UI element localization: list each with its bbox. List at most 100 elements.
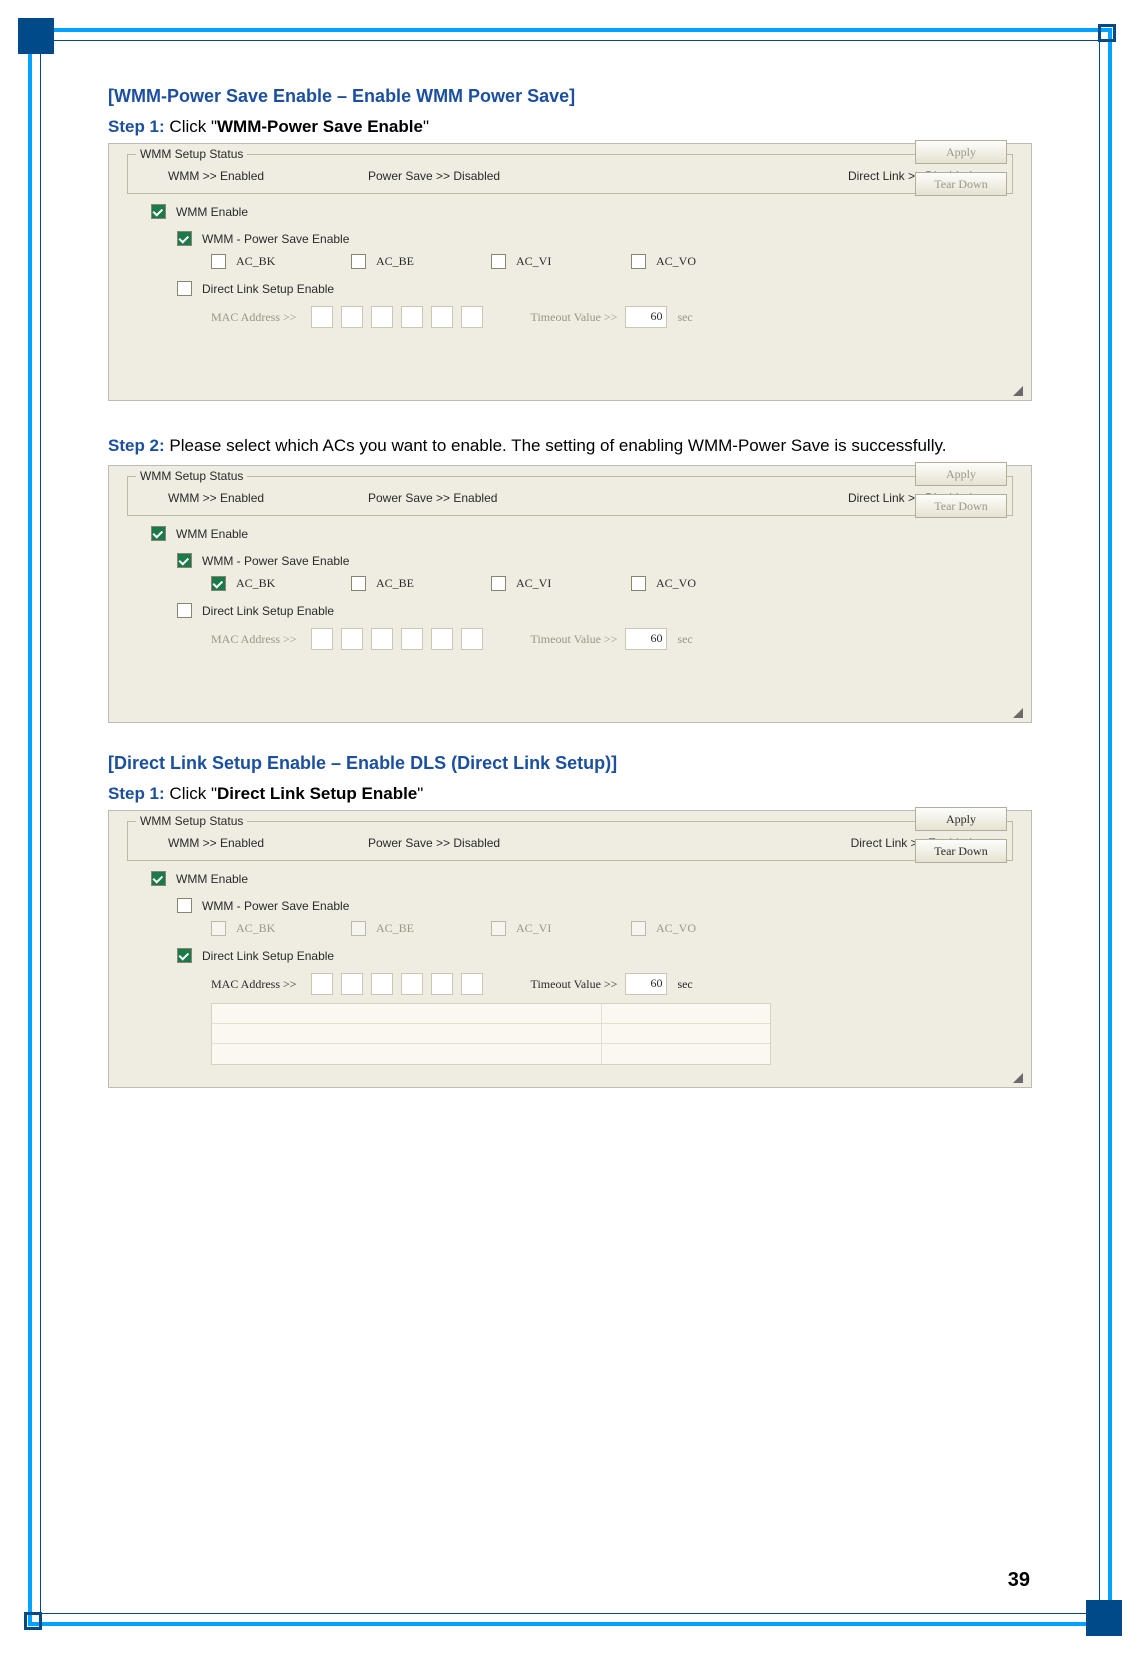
- mac-byte-input[interactable]: [371, 973, 393, 995]
- dls-enable-checkbox[interactable]: [177, 948, 192, 963]
- table-row: [212, 1004, 770, 1024]
- sec-label: sec: [677, 310, 692, 325]
- wmm-enable-label: WMM Enable: [176, 872, 248, 886]
- wmm-enable-checkbox[interactable]: [151, 871, 166, 886]
- wmm-ps-enable-label: WMM - Power Save Enable: [202, 899, 349, 913]
- wmm-ps-enable-checkbox[interactable]: [177, 553, 192, 568]
- mac-byte-input[interactable]: [461, 306, 483, 328]
- sec-label: sec: [677, 977, 692, 992]
- ac-vo-label: AC_VO: [656, 576, 696, 591]
- mac-byte-input[interactable]: [311, 973, 333, 995]
- step1-text: Click ": [165, 117, 217, 136]
- dls-enable-checkbox[interactable]: [177, 281, 192, 296]
- section-heading-a: [WMM-Power Save Enable – Enable WMM Powe…: [108, 86, 1032, 107]
- groupbox-title: WMM Setup Status: [136, 814, 247, 828]
- ac-be-label: AC_BE: [376, 254, 414, 269]
- mac-byte-input[interactable]: [371, 628, 393, 650]
- ac-bk-checkbox: [211, 921, 226, 936]
- ac-vo-label: AC_VO: [656, 921, 696, 936]
- timeout-input[interactable]: 60: [625, 973, 667, 995]
- wmm-ps-enable-checkbox[interactable]: [177, 898, 192, 913]
- apply-button[interactable]: Apply: [915, 462, 1007, 486]
- mac-byte-input[interactable]: [341, 306, 363, 328]
- ac-vi-checkbox[interactable]: [491, 576, 506, 591]
- ac-vi-checkbox[interactable]: [491, 254, 506, 269]
- step1-bold-b: Direct Link Setup Enable: [217, 784, 417, 803]
- mac-address-label: MAC Address >>: [211, 977, 297, 992]
- tear-down-button[interactable]: Tear Down: [915, 494, 1007, 518]
- mac-byte-input[interactable]: [401, 306, 423, 328]
- mac-byte-input[interactable]: [341, 973, 363, 995]
- step2-label: Step 2:: [108, 436, 165, 455]
- step1-after-b: ": [417, 784, 423, 803]
- status-ps: Power Save >> Disabled: [368, 169, 628, 183]
- groupbox-title: WMM Setup Status: [136, 469, 247, 483]
- tear-down-button[interactable]: Tear Down: [915, 839, 1007, 863]
- ac-be-label: AC_BE: [376, 921, 414, 936]
- status-wmm: WMM >> Enabled: [168, 169, 368, 183]
- mac-byte-input[interactable]: [311, 628, 333, 650]
- mac-byte-input[interactable]: [401, 628, 423, 650]
- ac-bk-label: AC_BK: [236, 254, 275, 269]
- table-row: [212, 1024, 770, 1044]
- step1-label-b: Step 1:: [108, 784, 165, 803]
- groupbox-title: WMM Setup Status: [136, 147, 247, 161]
- mac-byte-input[interactable]: [461, 628, 483, 650]
- wmm-ps-enable-label: WMM - Power Save Enable: [202, 554, 349, 568]
- timeout-input[interactable]: 60: [625, 628, 667, 650]
- apply-button[interactable]: Apply: [915, 807, 1007, 831]
- page-number: 39: [1008, 1569, 1030, 1592]
- wmm-ps-enable-checkbox[interactable]: [177, 231, 192, 246]
- wmm-panel-3: WMM Setup Status WMM >> Enabled Power Sa…: [108, 810, 1032, 1088]
- wmm-panel-2: WMM Setup Status WMM >> Enabled Power Sa…: [108, 465, 1032, 723]
- status-wmm: WMM >> Enabled: [168, 491, 368, 505]
- ac-vo-checkbox[interactable]: [631, 254, 646, 269]
- mac-address-label: MAC Address >>: [211, 632, 297, 647]
- dls-enable-checkbox[interactable]: [177, 603, 192, 618]
- wmm-enable-checkbox[interactable]: [151, 204, 166, 219]
- ac-be-label: AC_BE: [376, 576, 414, 591]
- mac-byte-input[interactable]: [461, 973, 483, 995]
- ac-bk-checkbox[interactable]: [211, 576, 226, 591]
- mac-address-label: MAC Address >>: [211, 310, 297, 325]
- mac-byte-input[interactable]: [401, 973, 423, 995]
- mac-byte-input[interactable]: [311, 306, 333, 328]
- apply-button[interactable]: Apply: [915, 140, 1007, 164]
- step1-after: ": [423, 117, 429, 136]
- dls-enable-label: Direct Link Setup Enable: [202, 949, 334, 963]
- mac-byte-input[interactable]: [431, 628, 453, 650]
- ac-vo-label: AC_VO: [656, 254, 696, 269]
- step1-text-b: Click ": [165, 784, 217, 803]
- ac-be-checkbox: [351, 921, 366, 936]
- mac-byte-input[interactable]: [371, 306, 393, 328]
- wmm-enable-checkbox[interactable]: [151, 526, 166, 541]
- ac-vo-checkbox: [631, 921, 646, 936]
- ac-be-checkbox[interactable]: [351, 254, 366, 269]
- tear-down-button[interactable]: Tear Down: [915, 172, 1007, 196]
- timeout-input[interactable]: 60: [625, 306, 667, 328]
- step2-text: Please select which ACs you want to enab…: [165, 436, 947, 455]
- wmm-status-groupbox: WMM Setup Status WMM >> Enabled Power Sa…: [127, 476, 1013, 516]
- timeout-label: Timeout Value >>: [531, 632, 618, 647]
- table-row: [212, 1044, 770, 1064]
- ac-bk-label: AC_BK: [236, 921, 275, 936]
- step1-line-a: Step 1: Click "WMM-Power Save Enable": [108, 117, 1032, 137]
- ac-bk-checkbox[interactable]: [211, 254, 226, 269]
- step1-bold: WMM-Power Save Enable: [217, 117, 423, 136]
- wmm-status-groupbox: WMM Setup Status WMM >> Enabled Power Sa…: [127, 154, 1013, 194]
- wmm-ps-enable-label: WMM - Power Save Enable: [202, 232, 349, 246]
- timeout-label: Timeout Value >>: [531, 977, 618, 992]
- step2-paragraph: Step 2: Please select which ACs you want…: [108, 429, 1032, 463]
- timeout-label: Timeout Value >>: [531, 310, 618, 325]
- ac-vi-label: AC_VI: [516, 921, 551, 936]
- ac-vo-checkbox[interactable]: [631, 576, 646, 591]
- resize-grip-icon: [1013, 1073, 1023, 1083]
- ac-vi-label: AC_VI: [516, 576, 551, 591]
- mac-byte-input[interactable]: [341, 628, 363, 650]
- mac-byte-input[interactable]: [431, 306, 453, 328]
- dls-enable-label: Direct Link Setup Enable: [202, 604, 334, 618]
- ac-vi-checkbox: [491, 921, 506, 936]
- ac-be-checkbox[interactable]: [351, 576, 366, 591]
- resize-grip-icon: [1013, 708, 1023, 718]
- mac-byte-input[interactable]: [431, 973, 453, 995]
